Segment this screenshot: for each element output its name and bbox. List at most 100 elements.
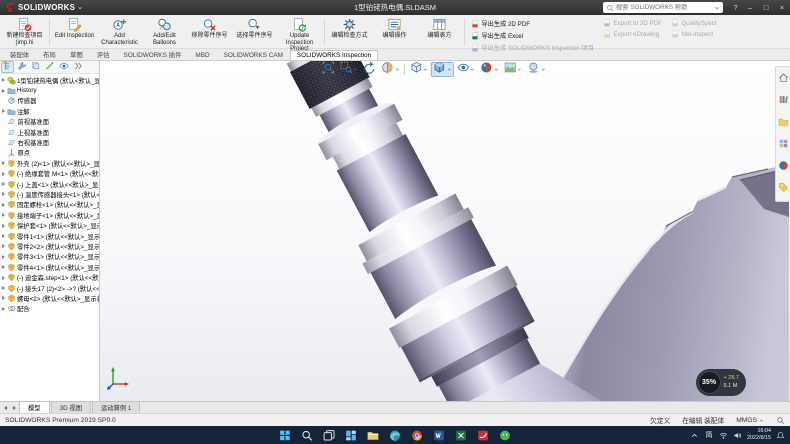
tree-item[interactable]: (-) 上盖<1> (默认<<默认>_显示状态	[0, 179, 99, 189]
section-view-button[interactable]	[378, 62, 402, 77]
expand-caret-icon[interactable]	[2, 234, 5, 238]
doc-tab-motion-study[interactable]: 运动算例 1	[92, 401, 140, 414]
close-button[interactable]: ×	[774, 0, 790, 15]
status-search-icon[interactable]	[776, 416, 785, 425]
chrome-taskbar-icon[interactable]	[410, 428, 425, 443]
expand-caret-icon[interactable]	[2, 255, 5, 259]
tabs-scroll-left-button[interactable]	[1, 403, 10, 413]
display-style-button[interactable]	[430, 62, 454, 77]
tree-item[interactable]: History	[0, 85, 99, 95]
tree-item[interactable]: (-) 迪金森.step<1> (默认<<默认>_显	[0, 272, 99, 282]
file-explorer-tab[interactable]	[778, 114, 789, 132]
expand-caret-icon[interactable]	[2, 224, 5, 228]
tree-item[interactable]: 1型铂铑热电偶 (默认<默认_显示状态-1>)	[0, 75, 99, 85]
expand-caret-icon[interactable]	[2, 89, 5, 93]
doc-tab-model[interactable]: 模型	[19, 401, 50, 414]
expand-caret-icon[interactable]	[2, 276, 5, 280]
tree-item[interactable]: 外壳 (2)<1> (默认<<默认>_显示状态	[0, 158, 99, 168]
tree-item[interactable]: 螺母<2> (默认<<默认>_显示状态	[0, 293, 99, 303]
panel-tab-dimxpert-manager[interactable]	[43, 61, 56, 73]
tree-item[interactable]: 零件1<1> (默认<<默认>_显示状态	[0, 231, 99, 241]
excel-taskbar-icon[interactable]	[454, 428, 469, 443]
export-button[interactable]: 导出生成 Excel	[471, 31, 594, 40]
tree-item[interactable]: 配合	[0, 304, 99, 314]
ime-indicator[interactable]: 简	[704, 430, 714, 440]
help-search-input[interactable]	[616, 4, 712, 11]
expand-caret-icon[interactable]	[2, 307, 5, 311]
tray-expand-icon[interactable]	[690, 431, 699, 440]
search-dropdown-icon[interactable]	[714, 5, 720, 11]
view-orientation-button[interactable]	[407, 62, 431, 77]
expand-caret-icon[interactable]	[2, 109, 5, 113]
tab-addins[interactable]: SOLIDWORKS 插件	[117, 48, 189, 61]
panel-tab-property-manager[interactable]	[15, 61, 28, 73]
tree-item[interactable]: 上视基准面	[0, 127, 99, 137]
doc-tab-3d-views[interactable]: 3D 视图	[51, 401, 91, 414]
word-taskbar-icon[interactable]	[432, 428, 447, 443]
start-taskbar-icon[interactable]	[278, 428, 293, 443]
expand-caret-icon[interactable]	[2, 192, 5, 196]
edit-table-button[interactable]: 编辑表方	[417, 16, 462, 48]
tree-item[interactable]: 右视基准面	[0, 137, 99, 147]
panel-tab-feature-manager[interactable]	[1, 61, 14, 73]
edit-inspection-button[interactable]: Edit Inspection	[52, 16, 97, 48]
panel-tab-display-manager[interactable]	[57, 61, 70, 73]
solidworks-resources-tab[interactable]	[778, 70, 789, 88]
file-explorer-taskbar-icon[interactable]	[366, 428, 381, 443]
hide-show-items-button[interactable]	[454, 62, 478, 77]
maximize-button[interactable]: □	[758, 0, 774, 15]
tree-item[interactable]: 前视基准面	[0, 117, 99, 127]
solidworks-taskbar-icon[interactable]	[476, 428, 491, 443]
tab-mbd[interactable]: MBD	[188, 50, 216, 61]
expand-caret-icon[interactable]	[2, 244, 5, 248]
custom-properties-tab[interactable]	[778, 180, 789, 198]
tree-item[interactable]: 零件3<1> (默认<<默认>_显示状态	[0, 252, 99, 262]
menu-expand-icon[interactable]	[77, 5, 83, 11]
zoom-fit-button[interactable]	[319, 62, 337, 77]
remove-balloons-button[interactable]: 移除零件序号	[187, 16, 232, 48]
tree-item[interactable]: 注解	[0, 106, 99, 116]
select-balloons-button[interactable]: 选择零件序号	[232, 16, 277, 48]
expand-caret-icon[interactable]	[2, 265, 5, 269]
edit-appearance-button[interactable]	[477, 62, 501, 77]
tree-item[interactable]: 固定螺栓<1> (默认<<默认>_显示状态	[0, 200, 99, 210]
tabs-scroll-right-button[interactable]	[10, 403, 19, 413]
minimize-button[interactable]: –	[742, 0, 758, 15]
export-button[interactable]: 导出生成 2D PDF	[471, 19, 594, 28]
search-taskbar-icon[interactable]	[300, 428, 315, 443]
notification-icon[interactable]	[776, 431, 785, 440]
help-search-box[interactable]	[603, 2, 723, 13]
balloons-button[interactable]: Add/Edit Balloons	[142, 16, 187, 48]
expand-caret-icon[interactable]	[2, 78, 5, 82]
taskbar-clock[interactable]: 16:04 2022/8/15	[747, 428, 771, 442]
export-button[interactable]: Export to 3D PDF	[603, 19, 662, 27]
tree-item[interactable]: (-) 接头17 (2)<2> ->? (默认<<默认>	[0, 283, 99, 293]
units-selector[interactable]: MMGS	[736, 417, 764, 424]
expand-caret-icon[interactable]	[2, 286, 5, 290]
wechat-taskbar-icon[interactable]	[498, 428, 513, 443]
edge-taskbar-icon[interactable]	[388, 428, 403, 443]
tree-item[interactable]: (-) 温度传感器接头<1> (默认<<默认	[0, 189, 99, 199]
apply-scene-button[interactable]	[501, 62, 524, 77]
new-inspection-button[interactable]: 新建检查项目 (imp.hi	[2, 16, 47, 48]
view-palette-tab[interactable]	[778, 136, 789, 154]
export-button[interactable]: QualitySpect	[671, 19, 717, 27]
tree-item[interactable]: 零件4<1> (默认<<默认>_显示状态	[0, 262, 99, 272]
tree-item[interactable]: 原点	[0, 148, 99, 158]
task-view-taskbar-icon[interactable]	[322, 428, 337, 443]
expand-caret-icon[interactable]	[2, 296, 5, 300]
widgets-taskbar-icon[interactable]	[344, 428, 359, 443]
help-button[interactable]: ?	[729, 3, 742, 12]
tree-item[interactable]: 零件2<2> (默认<<默认>_显示状态	[0, 241, 99, 251]
previous-view-button[interactable]	[360, 62, 378, 77]
graphics-area[interactable]: 35% + 28.7 5.1 M	[100, 61, 790, 401]
expand-caret-icon[interactable]	[2, 161, 5, 165]
expand-caret-icon[interactable]	[2, 203, 5, 207]
view-settings-button[interactable]	[524, 62, 548, 77]
model-main-body[interactable]	[548, 164, 789, 401]
tab-inspection[interactable]: SOLIDWORKS Inspection	[290, 50, 378, 61]
tree-item[interactable]: 接地端子<1> (默认<<默认>_显示状态	[0, 210, 99, 220]
add-characteristic-button[interactable]: Add Characteristic	[97, 16, 142, 48]
zoom-area-button[interactable]	[337, 62, 361, 77]
export-button[interactable]: Net-Inspect	[671, 30, 717, 38]
